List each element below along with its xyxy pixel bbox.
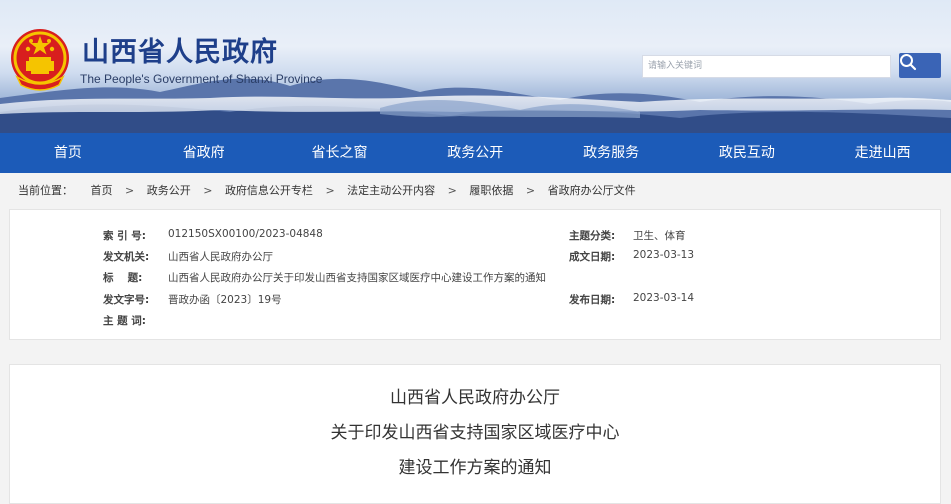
national-emblem-icon — [9, 27, 71, 93]
nav-item-governor[interactable]: 省长之窗 — [272, 133, 408, 173]
header-banner: 山西省人民政府 The People's Government of Shanx… — [0, 0, 951, 133]
index-value: 012150SX00100/2023-04848 — [168, 228, 323, 240]
issuer-value: 山西省人民政府办公厅 — [168, 251, 273, 263]
index-label: 索 引 号: — [103, 230, 147, 242]
document-body: 山西省人民政府办公厅 关于印发山西省支持国家区域医疗中心 建设工作方案的通知 — [9, 364, 941, 504]
search-button[interactable] — [899, 53, 941, 78]
nav-item-services[interactable]: 政务服务 — [543, 133, 679, 173]
doc-number-value: 晋政办函〔2023〕19号 — [168, 294, 282, 306]
breadcrumb-separator: > — [525, 184, 536, 197]
breadcrumb-separator: > — [125, 184, 135, 197]
category-label: 主题分类: — [569, 230, 616, 242]
document-title-line: 建设工作方案的通知 — [398, 458, 552, 478]
breadcrumb-info-column[interactable]: 政府信息公开专栏 — [225, 173, 313, 209]
main-nav: 首页 省政府 省长之窗 政务公开 政务服务 政民互动 走进山西 — [0, 133, 951, 173]
published-date-value: 2023-03-14 — [633, 292, 695, 304]
keywords-label: 主 题 词: — [103, 315, 147, 327]
doc-number-label: 发文字号: — [103, 294, 150, 306]
created-date-label: 成文日期: — [569, 251, 616, 263]
search-input[interactable]: 请输入关键词 — [642, 55, 891, 78]
title-value: 山西省人民政府办公厅关于印发山西省支持国家区域医疗中心建设工作方案的通知 — [168, 272, 546, 284]
breadcrumb-statutory-content[interactable]: 法定主动公开内容 — [347, 173, 435, 209]
document-title-issuer: 山西省人民政府办公厅 — [390, 388, 560, 408]
nav-item-affairs-open[interactable]: 政务公开 — [407, 133, 543, 173]
breadcrumb-office-documents[interactable]: 省政府办公厅文件 — [548, 173, 636, 209]
published-date-label: 发布日期: — [569, 294, 616, 306]
search-icon — [900, 54, 917, 71]
breadcrumb-separator: > — [203, 184, 213, 197]
breadcrumb-affairs-open[interactable]: 政务公开 — [147, 173, 191, 209]
title-label: 标 题: — [103, 272, 143, 284]
breadcrumb-duty-basis[interactable]: 履职依据 — [469, 173, 513, 209]
site-subtitle: The People's Government of Shanxi Provin… — [80, 72, 323, 86]
breadcrumb-separator: > — [447, 184, 457, 197]
site-title: 山西省人民政府 — [82, 37, 278, 68]
document-metadata: 索 引 号: 012150SX00100/2023-04848 主题分类: 卫生… — [9, 209, 941, 340]
nav-item-shanxi[interactable]: 走进山西 — [815, 133, 951, 173]
issuer-label: 发文机关: — [103, 251, 150, 263]
breadcrumb-prefix: 当前位置： — [18, 184, 73, 197]
nav-item-home[interactable]: 首页 — [0, 133, 136, 173]
nav-item-interaction[interactable]: 政民互动 — [679, 133, 815, 173]
category-value: 卫生、体育 — [633, 230, 686, 242]
document-title-line: 关于印发山西省支持国家区域医疗中心 — [330, 423, 620, 443]
breadcrumb: 当前位置： 首页 > 政务公开 > 政府信息公开专栏 > 法定主动公开内容 > … — [0, 173, 951, 209]
nav-item-government[interactable]: 省政府 — [136, 133, 272, 173]
breadcrumb-separator: > — [325, 184, 335, 197]
breadcrumb-home[interactable]: 首页 — [91, 173, 113, 209]
created-date-value: 2023-03-13 — [633, 249, 695, 261]
